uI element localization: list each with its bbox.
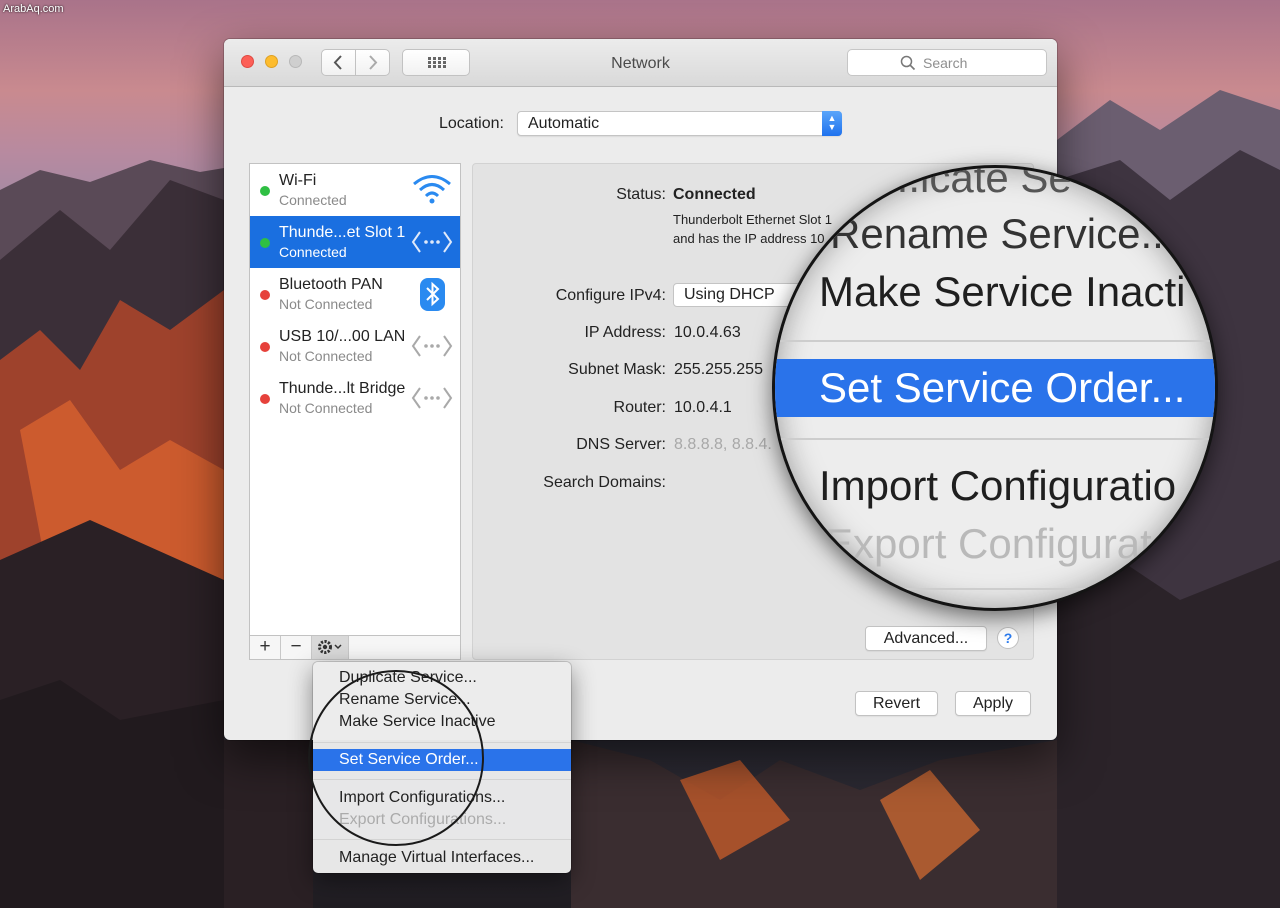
router-value: 10.0.4.1 <box>674 399 732 416</box>
search-domains-label: Search Domains: <box>543 474 666 491</box>
magnified-line: Make Service Inacti <box>819 268 1186 315</box>
ethernet-icon <box>411 387 453 409</box>
service-wifi[interactable]: Wi-Fi Connected <box>250 164 460 216</box>
magnified-separator <box>775 438 1215 440</box>
service-bluetooth-pan[interactable]: Bluetooth PAN Not Connected <box>250 268 460 320</box>
watermark: ArabAq.com <box>3 3 64 15</box>
help-button[interactable]: ? <box>997 627 1019 649</box>
ip-address-value: 10.0.4.63 <box>674 324 741 341</box>
service-thunderbolt-ethernet[interactable]: Thunde...et Slot 1 Connected <box>250 216 460 268</box>
title-bar: Network Search <box>224 39 1057 87</box>
remove-service-button[interactable]: − <box>281 636 312 659</box>
service-status: Not Connected <box>279 348 373 364</box>
search-icon <box>900 55 916 71</box>
service-list[interactable]: Wi-Fi Connected Thunde...et Slot 1 Conne… <box>249 163 461 636</box>
dns-server-value: 8.8.8.8, 8.8.4. <box>674 436 772 453</box>
magnified-line: Rename Service... <box>830 210 1176 257</box>
status-description-line-2: and has the IP address 10 <box>673 231 825 246</box>
service-name: USB 10/...00 LAN <box>279 328 406 345</box>
service-thunderbolt-bridge[interactable]: Thunde...lt Bridge Not Connected <box>250 372 460 424</box>
menu-item-label: Manage Virtual Interfaces... <box>339 849 535 866</box>
advanced-button[interactable]: Advanced... <box>865 626 987 651</box>
magnifier-callout: ...icate Se Rename Service... Make Servi… <box>772 165 1218 611</box>
location-popup[interactable]: Automatic ▲ ▼ <box>517 111 842 136</box>
subnet-mask-label: Subnet Mask: <box>568 361 666 378</box>
location-value: Automatic <box>528 115 600 132</box>
status-dot-icon <box>260 186 270 196</box>
revert-button[interactable]: Revert <box>855 691 938 716</box>
menu-item-manage-virtual-interfaces[interactable]: Manage Virtual Interfaces... <box>313 847 571 869</box>
location-label: Location: <box>439 115 504 132</box>
focus-ring-annotation <box>308 670 484 846</box>
search-placeholder: Search <box>923 55 968 71</box>
service-status: Connected <box>279 244 347 260</box>
status-description-line-1: Thunderbolt Ethernet Slot 1 <box>673 212 832 227</box>
magnified-separator <box>775 588 1215 590</box>
action-menu-button[interactable] <box>312 636 349 659</box>
magnified-line: Export Configurat <box>825 520 1152 567</box>
search-field[interactable]: Search <box>847 49 1047 76</box>
status-dot-icon <box>260 290 270 300</box>
magnified-separator <box>775 340 1215 342</box>
subnet-mask-value: 255.255.255 <box>674 361 763 378</box>
magnified-line: ...icate Se <box>885 165 1072 201</box>
ethernet-icon <box>411 335 453 357</box>
service-list-footer: + − <box>249 636 461 660</box>
status-dot-icon <box>260 394 270 404</box>
add-service-button[interactable]: + <box>250 636 281 659</box>
bluetooth-icon <box>420 278 445 311</box>
ethernet-icon <box>411 231 453 253</box>
menu-separator <box>313 839 571 840</box>
service-name: Bluetooth PAN <box>279 276 383 293</box>
service-name: Thunde...lt Bridge <box>279 380 406 397</box>
apply-button[interactable]: Apply <box>955 691 1031 716</box>
ip-address-label: IP Address: <box>584 324 666 341</box>
dns-server-label: DNS Server: <box>576 436 666 453</box>
service-name: Wi-Fi <box>279 172 317 189</box>
configure-ipv4-value: Using DHCP <box>684 286 775 303</box>
router-label: Router: <box>613 399 666 416</box>
service-status: Not Connected <box>279 400 373 416</box>
status-dot-icon <box>260 238 270 248</box>
service-status: Connected <box>279 192 347 208</box>
magnified-line: Set Service Order... <box>819 364 1186 411</box>
status-value: Connected <box>673 186 756 203</box>
service-usb-lan[interactable]: USB 10/...00 LAN Not Connected <box>250 320 460 372</box>
service-name: Thunde...et Slot 1 <box>279 224 406 241</box>
wifi-icon <box>413 175 451 204</box>
magnified-line: Import Configuratio <box>819 462 1177 509</box>
updown-arrows-icon: ▲ ▼ <box>822 111 842 136</box>
status-dot-icon <box>260 342 270 352</box>
configure-ipv4-label: Configure IPv4: <box>555 287 666 304</box>
status-label: Status: <box>616 186 666 203</box>
service-status: Not Connected <box>279 296 373 312</box>
gear-icon <box>318 640 342 654</box>
